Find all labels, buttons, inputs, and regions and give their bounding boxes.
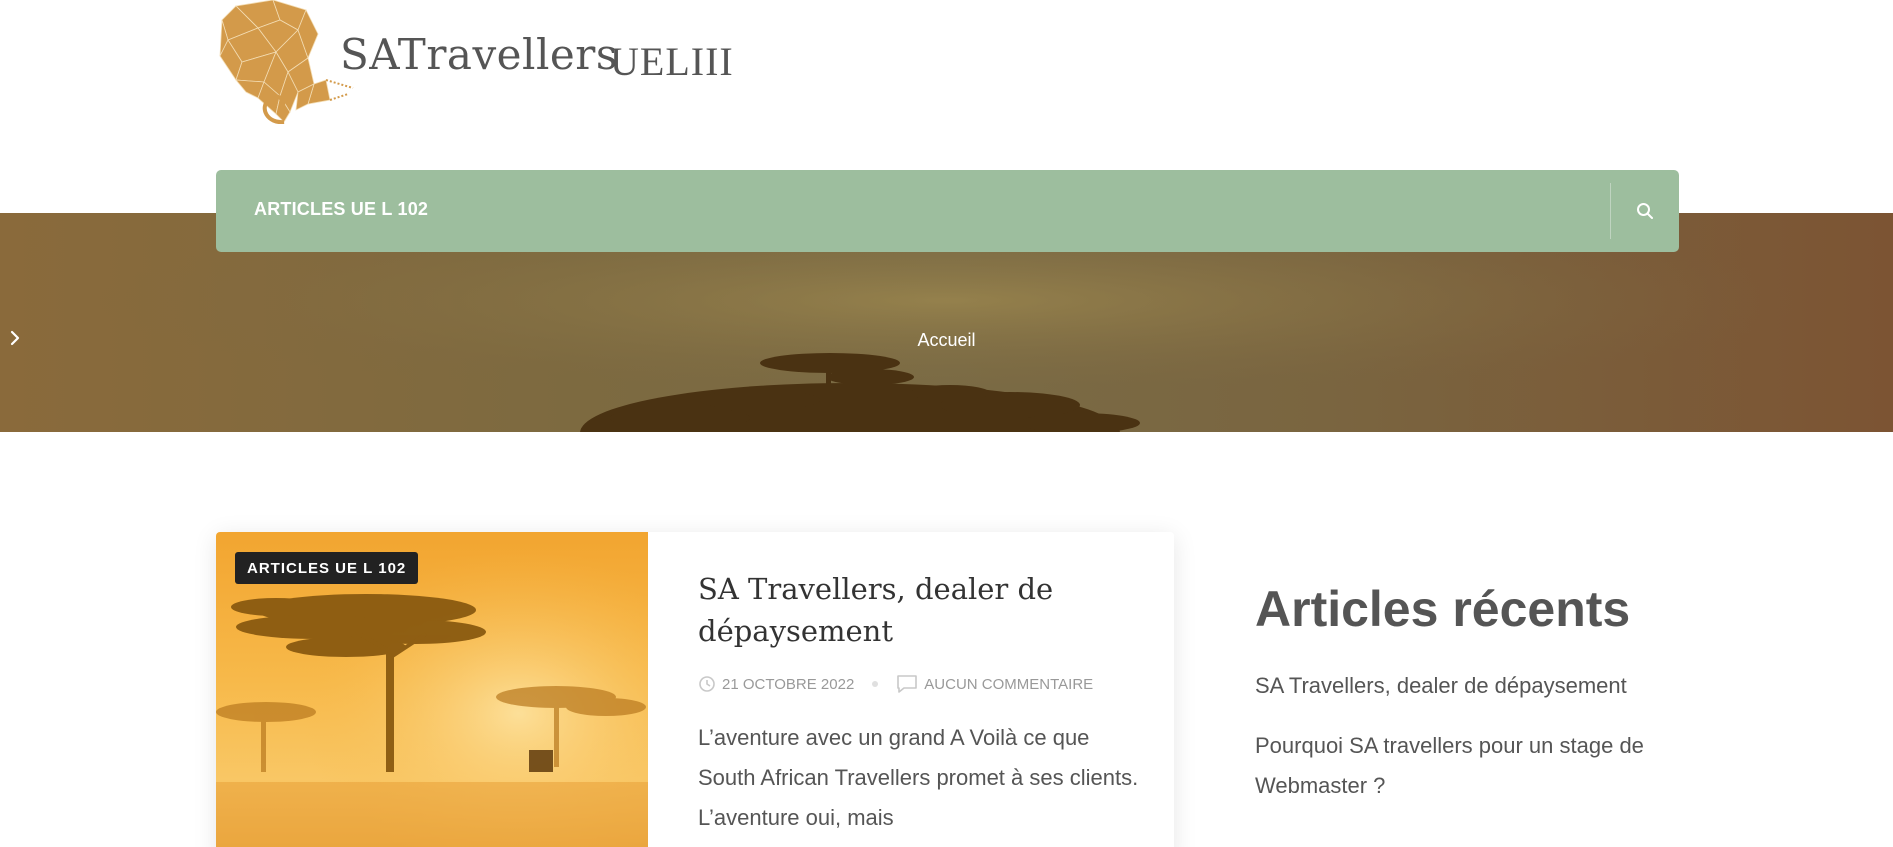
post-thumbnail[interactable]: ARTICLES UE L 102 bbox=[216, 532, 648, 847]
sidebar-title: Articles récents bbox=[1255, 581, 1631, 637]
category-badge[interactable]: ARTICLES UE L 102 bbox=[235, 552, 419, 584]
site-header: SATravellers UELIII bbox=[0, 0, 1893, 170]
recent-posts-list: SA Travellers, dealer de dépaysement Pou… bbox=[1255, 666, 1685, 806]
breadcrumb: Accueil bbox=[0, 330, 1893, 351]
meta-separator bbox=[872, 681, 879, 687]
post-excerpt: L’aventure avec un grand A Voilà ce que … bbox=[698, 725, 1139, 830]
site-tagline: UELIII bbox=[610, 39, 734, 84]
post-meta: 21 OCTOBRE 2022 AUCUN COMMENTAIRE bbox=[698, 674, 1148, 694]
comment-icon bbox=[897, 675, 918, 693]
post-body: SA Travellers, dealer de dépaysement 21 … bbox=[698, 568, 1148, 838]
search-button[interactable] bbox=[1611, 170, 1679, 252]
clock-icon bbox=[699, 676, 715, 692]
recent-post-link[interactable]: SA Travellers, dealer de dépaysement bbox=[1255, 666, 1685, 706]
chevron-right-icon bbox=[10, 330, 20, 346]
breadcrumb-home-link[interactable]: Accueil bbox=[917, 330, 975, 350]
elephant-logo-icon[interactable] bbox=[218, 0, 356, 124]
post-card: ARTICLES UE L 102 SA Travellers, dealer … bbox=[216, 532, 1174, 847]
post-date[interactable]: 21 OCTOBRE 2022 bbox=[722, 676, 854, 693]
sidebar-recent-posts: Articles récents SA Travellers, dealer d… bbox=[1255, 578, 1685, 826]
post-title[interactable]: SA Travellers, dealer de dépaysement bbox=[698, 568, 1148, 652]
recent-post-link[interactable]: Pourquoi SA travellers pour un stage de … bbox=[1255, 726, 1685, 806]
nav-item-articles-ue-l-102[interactable]: ARTICLES UE L 102 bbox=[254, 199, 428, 220]
post-comments-link[interactable]: AUCUN COMMENTAIRE bbox=[924, 676, 1093, 693]
search-icon bbox=[1637, 203, 1653, 219]
main-nav: ARTICLES UE L 102 bbox=[216, 170, 1679, 252]
site-title[interactable]: SATravellers bbox=[340, 30, 618, 79]
